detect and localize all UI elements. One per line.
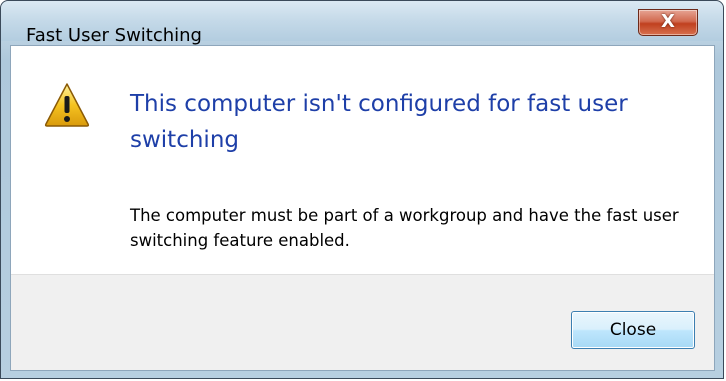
message-heading: This computer isn't configured for fast …	[130, 91, 628, 153]
close-button[interactable]: Close	[571, 311, 695, 349]
warning-icon	[44, 83, 90, 127]
window-close-button[interactable]: X	[638, 9, 698, 36]
message-body: The computer must be part of a workgroup…	[130, 206, 679, 250]
close-icon: X	[661, 11, 675, 32]
dialog-window: Fast User Switching X This computer isn'…	[0, 0, 724, 379]
title-bar[interactable]: Fast User Switching X	[1, 1, 723, 46]
button-bar: Close	[11, 274, 714, 370]
dialog-content: This computer isn't configured for fast …	[10, 45, 715, 371]
window-title: Fast User Switching	[26, 25, 202, 46]
